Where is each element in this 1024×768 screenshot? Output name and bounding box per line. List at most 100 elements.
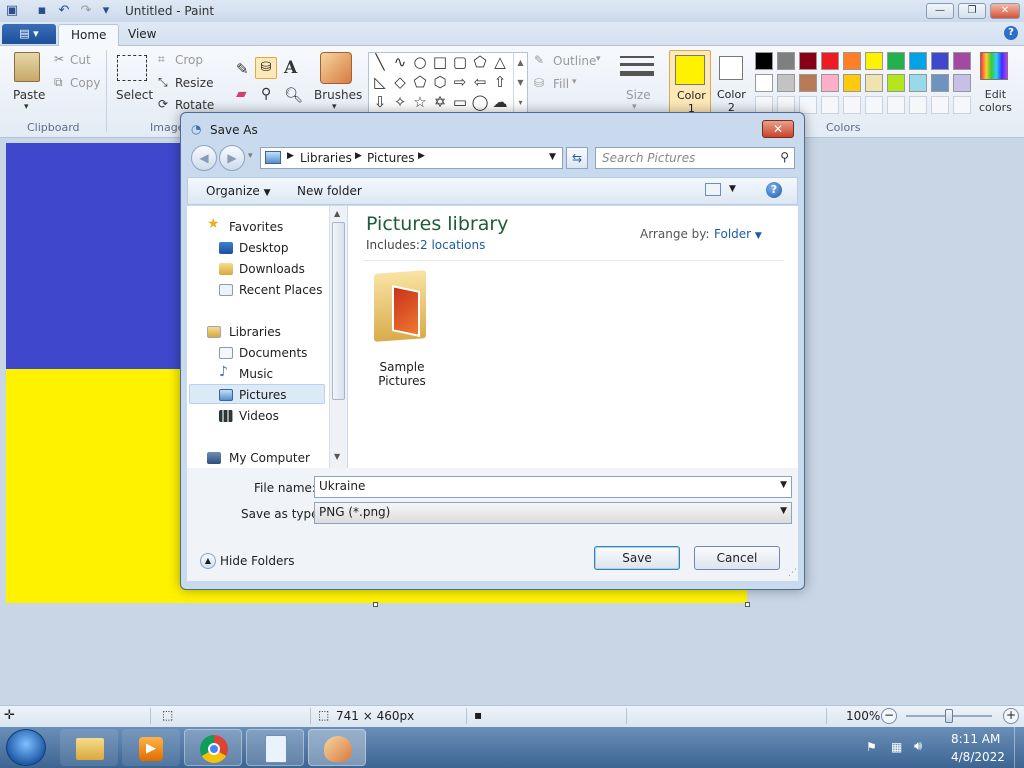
six-point-star-shape-icon[interactable]: ✡ <box>431 93 449 111</box>
show-desktop-button[interactable] <box>1014 727 1024 768</box>
new-folder-button[interactable]: New folder <box>297 184 362 198</box>
magnifier-icon[interactable]: 🔍︎ <box>284 86 303 104</box>
rotate-button[interactable]: Rotate <box>175 98 214 112</box>
eraser-icon[interactable]: ▰ <box>236 86 247 102</box>
select-button[interactable]: Select <box>116 88 153 102</box>
palette-color-swatch[interactable] <box>821 52 839 70</box>
navigation-scrollbar-thumb[interactable] <box>332 222 345 400</box>
palette-color-swatch[interactable] <box>887 52 905 70</box>
includes-locations-link[interactable]: 2 locations <box>420 238 485 252</box>
hide-folders-chevron-icon[interactable]: ▲ <box>200 553 216 569</box>
hexagon-shape-icon[interactable]: ⬡ <box>431 73 449 91</box>
palette-color-swatch[interactable] <box>887 74 905 92</box>
scroll-down-icon[interactable]: ▼ <box>334 452 340 461</box>
five-point-star-shape-icon[interactable]: ☆ <box>411 93 429 111</box>
zoom-out-button[interactable]: − <box>881 708 897 724</box>
oval-shape-icon[interactable]: ○ <box>411 53 429 71</box>
save-icon[interactable]: ▪ <box>34 3 50 19</box>
oval-callout-shape-icon[interactable]: ◯ <box>471 93 489 111</box>
start-button[interactable] <box>6 729 46 766</box>
nav-desktop[interactable]: Desktop <box>239 241 289 255</box>
redo-icon[interactable]: ↷ <box>78 3 94 19</box>
pencil-icon[interactable]: ✎ <box>236 60 249 78</box>
search-icon[interactable]: ⚲ <box>780 150 789 164</box>
custom-color-slot[interactable] <box>843 96 861 114</box>
breadcrumb-separator-icon[interactable]: ▶ <box>418 151 425 161</box>
right-triangle-shape-icon[interactable]: ◺ <box>371 73 389 91</box>
help-icon[interactable]: ? <box>1004 26 1018 40</box>
clock-time[interactable]: 8:11 AM <box>951 732 1000 746</box>
custom-color-slot[interactable] <box>909 96 927 114</box>
nav-libraries[interactable]: Libraries <box>229 325 281 339</box>
color2-button[interactable]: Color 2 <box>714 50 750 114</box>
custom-color-slot[interactable] <box>821 96 839 114</box>
line-shape-icon[interactable]: ╲ <box>371 53 389 71</box>
brushes-dropdown-icon[interactable]: ▾ <box>332 102 337 112</box>
taskbar-chrome[interactable] <box>184 729 242 766</box>
palette-color-swatch[interactable] <box>953 74 971 92</box>
fill-bucket-icon[interactable]: ⛁ <box>255 57 277 79</box>
arrange-by-dropdown[interactable]: Folder ▼ <box>714 227 762 241</box>
tab-home[interactable]: Home <box>58 24 120 46</box>
file-name-dropdown-icon[interactable]: ▼ <box>780 480 787 490</box>
tab-view[interactable]: View <box>116 24 168 46</box>
diamond-shape-icon[interactable]: ◇ <box>391 73 409 91</box>
rectangle-shape-icon[interactable]: □ <box>431 53 449 71</box>
network-icon[interactable]: ▦ <box>891 740 902 754</box>
scroll-up-icon[interactable]: ▲ <box>334 209 340 218</box>
palette-color-swatch[interactable] <box>799 74 817 92</box>
palette-color-swatch[interactable] <box>909 52 927 70</box>
taskbar-explorer[interactable] <box>60 729 118 766</box>
cut-button[interactable]: Cut <box>70 53 91 67</box>
color-picker-icon[interactable]: ⚲ <box>261 86 271 102</box>
volume-icon[interactable]: 🔊︎ <box>914 739 922 754</box>
rounded-rectangle-shape-icon[interactable]: ▢ <box>451 53 469 71</box>
palette-color-swatch[interactable] <box>821 74 839 92</box>
customize-quick-access-icon[interactable]: ▾ <box>98 3 114 19</box>
palette-color-swatch[interactable] <box>843 74 861 92</box>
undo-icon[interactable]: ↶ <box>56 3 72 19</box>
address-dropdown-icon[interactable]: ▼ <box>549 152 556 162</box>
zoom-in-button[interactable]: + <box>1003 708 1019 724</box>
left-arrow-shape-icon[interactable]: ⇦ <box>471 73 489 91</box>
curve-shape-icon[interactable]: ∿ <box>391 53 409 71</box>
resize-button[interactable]: Resize <box>175 76 213 90</box>
nav-music[interactable]: Music <box>239 367 273 381</box>
breadcrumb-libraries[interactable]: Libraries <box>300 151 352 165</box>
nav-recent-places[interactable]: Recent Places <box>239 283 322 297</box>
organize-button[interactable]: Organize ▼ <box>206 184 271 198</box>
brushes-icon[interactable] <box>320 52 352 84</box>
recent-locations-dropdown-icon[interactable]: ▾ <box>248 151 253 161</box>
nav-downloads[interactable]: Downloads <box>239 262 305 276</box>
palette-color-swatch[interactable] <box>953 52 971 70</box>
shapes-scroll-icon[interactable]: ▲ ▼ ▾ <box>513 53 527 113</box>
dialog-help-icon[interactable]: ? <box>766 182 782 198</box>
more-views-dropdown-icon[interactable]: ▼ <box>729 184 736 194</box>
custom-color-slot[interactable] <box>865 96 883 114</box>
minimize-button[interactable]: — <box>926 3 954 19</box>
restore-button[interactable]: ❐ <box>958 3 986 19</box>
save-button[interactable]: Save <box>594 546 680 570</box>
resize-grip-icon[interactable]: ⋰ <box>788 568 797 578</box>
four-point-star-shape-icon[interactable]: ✧ <box>391 93 409 111</box>
nav-my-computer[interactable]: My Computer <box>229 451 310 465</box>
breadcrumb-separator-icon[interactable]: ▶ <box>355 151 362 161</box>
nav-pictures[interactable]: Pictures <box>239 388 287 402</box>
nav-documents[interactable]: Documents <box>239 346 307 360</box>
close-window-button[interactable]: ✕ <box>990 3 1020 19</box>
save-as-type-select[interactable]: PNG (*.png) ▼ <box>314 502 792 524</box>
custom-color-slot[interactable] <box>887 96 905 114</box>
custom-color-slot[interactable] <box>931 96 949 114</box>
palette-color-swatch[interactable] <box>843 52 861 70</box>
fill-button[interactable]: Fill <box>553 77 569 91</box>
address-bar[interactable]: ▶ Libraries ▶ Pictures ▶ ▼ <box>260 147 563 169</box>
nav-videos[interactable]: Videos <box>239 409 279 423</box>
paste-icon[interactable] <box>14 52 40 82</box>
paste-button[interactable]: Paste <box>13 88 45 102</box>
file-name-input[interactable]: Ukraine ▼ <box>314 476 792 498</box>
rounded-callout-shape-icon[interactable]: ▭ <box>451 93 469 111</box>
taskbar-paint[interactable] <box>308 729 366 766</box>
triangle-shape-icon[interactable]: △ <box>491 53 509 71</box>
color1-button[interactable]: Color 1 <box>669 50 711 115</box>
navigation-scrollbar[interactable]: ▲ ▼ <box>329 206 347 468</box>
